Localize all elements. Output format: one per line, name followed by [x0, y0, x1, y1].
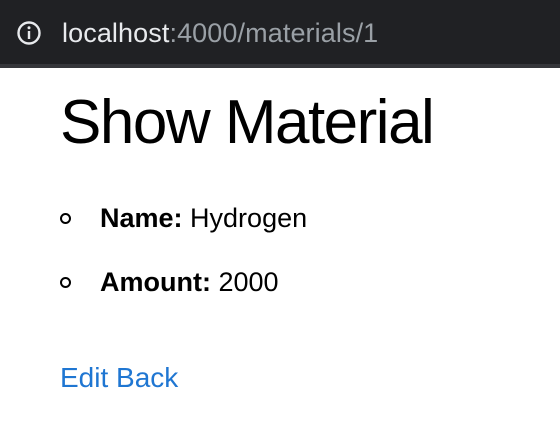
- page-content: Show Material Name: Hydrogen Amount: 200…: [0, 68, 560, 438]
- field-label: Name:: [100, 203, 183, 233]
- back-link[interactable]: Back: [116, 362, 178, 393]
- page-title: Show Material: [60, 88, 435, 157]
- bullet-icon: [60, 213, 71, 224]
- url-path: :4000/materials/1: [169, 18, 379, 48]
- info-icon[interactable]: [16, 20, 42, 46]
- address-bar[interactable]: localhost:4000/materials/1: [0, 0, 560, 64]
- field-label: Amount:: [100, 267, 211, 297]
- action-links: Edit Back: [60, 358, 178, 398]
- field-value: Hydrogen: [190, 203, 308, 233]
- url-text[interactable]: localhost:4000/materials/1: [62, 14, 378, 52]
- url-host: localhost: [62, 18, 170, 48]
- field-name: Name: Hydrogen: [100, 198, 307, 238]
- edit-link[interactable]: Edit: [60, 362, 108, 393]
- field-value: 2000: [218, 267, 279, 297]
- field-amount: Amount: 2000: [100, 262, 279, 302]
- browser-toolbar: localhost:4000/materials/1: [0, 0, 560, 68]
- bullet-icon: [60, 277, 71, 288]
